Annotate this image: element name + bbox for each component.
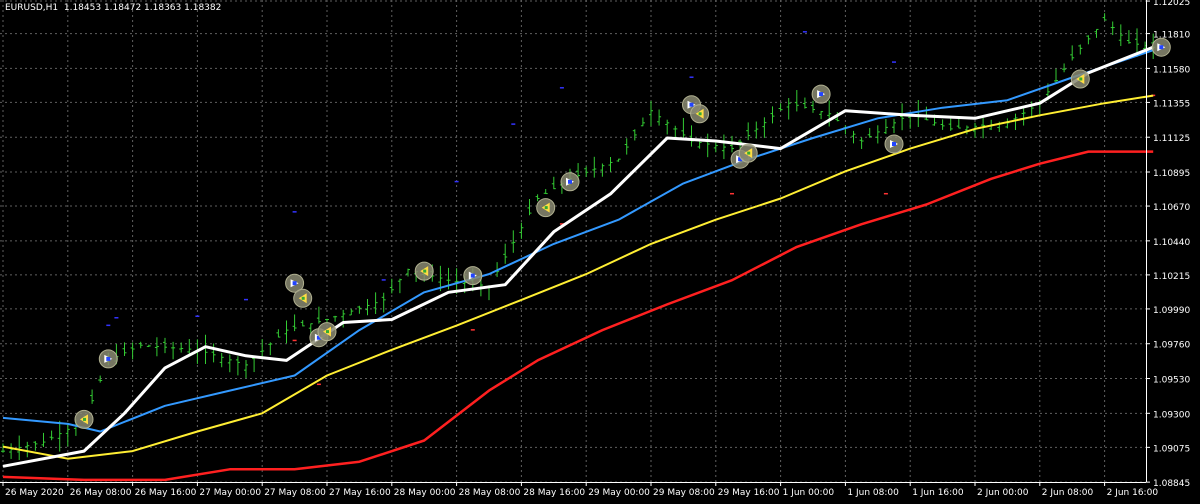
price-tick-label: 1.09300 (1153, 410, 1190, 420)
price-tick-label: 1.10895 (1153, 169, 1190, 179)
price-tick-label: 1.09075 (1153, 444, 1190, 454)
time-tick-label: 28 May 08:00 (459, 488, 521, 498)
time-tick-label: 1 Jun 00:00 (783, 488, 835, 498)
trade-markers-layer (74, 37, 1171, 429)
time-tick-label: 29 May 00:00 (588, 488, 650, 498)
time-tick-label: 2 Jun 16:00 (1107, 488, 1159, 498)
price-tick-label: 1.10670 (1153, 203, 1190, 213)
marker-core (747, 151, 751, 155)
time-tick-label: 1 Jun 08:00 (847, 488, 899, 498)
time-tick-label: 29 May 08:00 (653, 488, 715, 498)
signal-dot (316, 383, 321, 386)
marker-core (292, 281, 297, 286)
price-chart[interactable]: 1.12025 1.11810 1.11580 1.11355 1.11125 1.108… (0, 0, 1200, 500)
marker-core (819, 92, 824, 97)
sell-signal-marker (1070, 69, 1090, 89)
signal-dot (195, 315, 200, 317)
open-price: 1.18453 (63, 3, 102, 13)
marker-core (326, 330, 329, 334)
signal-dot (454, 180, 459, 183)
price-tick-label: 1.09530 (1153, 376, 1190, 386)
time-tick-label: 27 May 16:00 (329, 488, 391, 498)
marker-core (83, 417, 86, 421)
signal-dot (470, 329, 475, 331)
marker-core (1159, 45, 1164, 50)
marker-core (1079, 77, 1083, 81)
close-price: 1.18382 (184, 3, 222, 13)
buy-signal-marker (884, 134, 904, 154)
axis-layer: 1.12025 1.11810 1.11580 1.11355 1.11125 1.108… (0, 0, 1190, 498)
time-tick-label: 2 Jun 08:00 (1042, 488, 1094, 498)
marker-core (892, 142, 896, 146)
time-tick-label: 29 May 16:00 (718, 488, 780, 498)
buy-signal-marker (98, 349, 118, 369)
buy-signal-marker (560, 172, 580, 192)
time-tick-label: 27 May 08:00 (264, 488, 326, 498)
price-tick-label: 1.11355 (1153, 99, 1190, 109)
time-tick-label: 28 May 00:00 (394, 488, 456, 498)
marker-core (423, 269, 427, 273)
ma_slowest-line (2, 150, 1154, 482)
price-tick-label: 1.10440 (1153, 238, 1190, 248)
price-tick-label: 1.08845 (1153, 479, 1190, 489)
signal-dot (114, 317, 119, 319)
low-price: 1.18363 (144, 3, 182, 13)
sell-signal-marker (738, 143, 758, 163)
sell-signal-marker (414, 261, 434, 281)
signal-dot (892, 61, 896, 63)
signal-dot (106, 324, 111, 327)
marker-core (544, 206, 548, 210)
high-price: 1.18472 (103, 3, 142, 13)
signal-dot (381, 279, 386, 281)
price-tick-label: 1.09990 (1153, 306, 1190, 316)
time-tick-label: 26 May 16:00 (135, 488, 197, 498)
price-tick-label: 1.10215 (1153, 272, 1190, 282)
time-tick-label: 26 May 08:00 (70, 488, 132, 498)
signal-dot (559, 87, 564, 89)
marker-core (301, 296, 305, 300)
marker-core (568, 179, 572, 184)
grid-layer (0, 0, 1146, 483)
candlestick-layer (1, 13, 1156, 460)
sell-signal-marker (293, 288, 313, 308)
sell-signal-marker (690, 104, 710, 124)
marker-core (698, 112, 702, 116)
buy-signal-marker (811, 84, 831, 104)
signal-dot (244, 298, 248, 301)
signal-dot (883, 192, 888, 195)
price-tick-label: 1.11810 (1153, 31, 1190, 41)
signal-dot (802, 31, 807, 33)
time-tick-label: 27 May 00:00 (199, 488, 261, 498)
signal-dot (292, 339, 297, 342)
marker-core (106, 356, 111, 361)
time-tick-label: 28 May 16:00 (523, 488, 585, 498)
price-tick-label: 1.11580 (1153, 65, 1190, 75)
sell-signal-marker (317, 322, 337, 342)
sell-signal-marker (536, 198, 556, 218)
chart-svg[interactable]: 1.12025 1.11810 1.11580 1.11355 1.11125 1.108… (0, 0, 1200, 500)
marker-core (470, 273, 475, 278)
time-tick-label: 1 Jun 16:00 (912, 488, 964, 498)
price-tick-label: 1.12025 (1153, 0, 1190, 8)
sell-signal-marker (74, 409, 94, 429)
time-tick-label: 2 Jun 00:00 (977, 488, 1029, 498)
signal-dot (511, 123, 516, 125)
signal-dot (730, 192, 734, 195)
price-tick-label: 1.09760 (1153, 341, 1190, 351)
symbol-info-label: EURUSD,H1 1.18453 1.18472 1.18363 1.1838… (5, 3, 221, 13)
moving-average-layer (2, 45, 1154, 482)
symbol-timeframe: EURUSD,H1 (5, 3, 59, 13)
signal-dot (689, 76, 694, 78)
marker-core (689, 102, 694, 107)
buy-signal-marker (463, 266, 483, 286)
signal-dot (292, 211, 297, 213)
time-tick-label: 26 May 2020 (5, 488, 64, 498)
buy-signal-marker (1151, 37, 1171, 57)
price-tick-label: 1.11125 (1153, 134, 1190, 144)
